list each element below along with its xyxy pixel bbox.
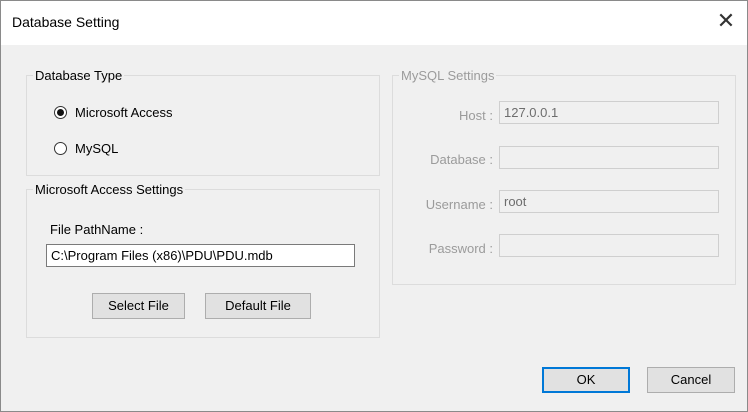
close-icon[interactable]: ✕: [715, 10, 737, 32]
file-pathname-label: File PathName :: [50, 222, 144, 237]
radio-mysql-label: MySQL: [75, 141, 119, 156]
database-type-legend: Database Type: [35, 68, 123, 83]
access-settings-legend: Microsoft Access Settings: [35, 182, 184, 197]
username-input[interactable]: root: [499, 190, 719, 213]
radio-microsoft-access[interactable]: Microsoft Access: [54, 105, 173, 120]
database-label: Database :: [430, 152, 493, 167]
database-setting-dialog: Database Setting ✕ Database Type Microso…: [0, 0, 748, 412]
window-title: Database Setting: [12, 14, 120, 30]
dialog-content: Database Type Microsoft Access MySQL Mic…: [1, 45, 747, 411]
database-type-group: Database Type: [26, 68, 380, 176]
mysql-settings-legend: MySQL Settings: [401, 68, 495, 83]
radio-mysql[interactable]: MySQL: [54, 141, 118, 156]
host-label: Host :: [459, 108, 493, 123]
radio-microsoft-access-label: Microsoft Access: [75, 105, 173, 120]
host-input[interactable]: 127.0.0.1: [499, 101, 719, 124]
title-bar: Database Setting ✕: [1, 1, 747, 45]
file-pathname-input[interactable]: C:\Program Files (x86)\PDU\PDU.mdb: [46, 244, 355, 267]
select-file-button[interactable]: Select File: [92, 293, 185, 319]
password-label: Password :: [428, 241, 493, 256]
radio-unchecked-icon[interactable]: [54, 142, 67, 155]
default-file-button[interactable]: Default File: [205, 293, 311, 319]
database-input[interactable]: [499, 146, 719, 169]
ok-button[interactable]: OK: [542, 367, 630, 393]
cancel-button[interactable]: Cancel: [647, 367, 735, 393]
radio-checked-icon[interactable]: [54, 106, 67, 119]
password-input[interactable]: [499, 234, 719, 257]
username-label: Username :: [425, 197, 493, 212]
